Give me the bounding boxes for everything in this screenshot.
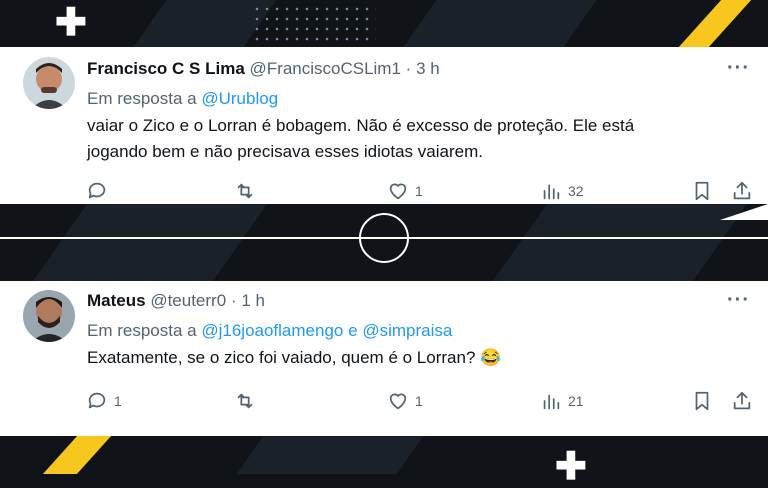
timestamp[interactable]: 1 h — [241, 291, 265, 310]
tweet-card[interactable]: Francisco C S Lima @FranciscoCSLim1 · 3 … — [0, 47, 768, 204]
tweet-text-line: vaiar o Zico e o Lorran é bobagem. Não é… — [87, 116, 635, 135]
dot-grid-decoration — [252, 4, 376, 46]
tweet-text-line: jogando bem e não precisava esses idiota… — [87, 142, 483, 161]
like-button[interactable]: 1 — [387, 388, 423, 414]
retweet-icon — [237, 393, 253, 409]
retweet-icon — [237, 183, 253, 199]
separator: · — [230, 291, 237, 310]
share-icon — [733, 181, 751, 200]
more-icon[interactable]: ··· — [727, 289, 750, 312]
views-button[interactable]: 21 — [540, 388, 584, 414]
bookmark-button[interactable] — [691, 178, 713, 204]
reply-mention-link[interactable]: @simpraisa — [362, 321, 452, 340]
heart-icon — [389, 183, 407, 200]
user-handle[interactable]: @teuterr0 — [150, 291, 226, 310]
retweet-button[interactable] — [234, 178, 262, 204]
reply-button[interactable]: 1 — [86, 388, 122, 414]
views-icon — [543, 394, 560, 410]
reply-prefix: Em resposta a — [87, 321, 197, 340]
reply-icon — [88, 392, 106, 409]
avatar[interactable] — [23, 290, 75, 342]
separator: · — [405, 59, 412, 78]
tweet-header: Francisco C S Lima @FranciscoCSLim1 · 3 … — [87, 59, 440, 79]
reply-prefix: Em resposta a — [87, 89, 197, 108]
like-button[interactable]: 1 — [387, 178, 423, 204]
bookmark-icon — [695, 181, 709, 201]
user-handle[interactable]: @FranciscoCSLim1 — [250, 59, 401, 78]
avatar[interactable] — [23, 57, 75, 109]
display-name[interactable]: Francisco C S Lima — [87, 59, 245, 78]
background-stripe — [403, 0, 597, 47]
tweet-actions: 1 1 21 — [0, 388, 768, 414]
view-count: 32 — [568, 183, 584, 199]
tweet-text: Exatamente, se o zico foi vaiado, quem é… — [87, 345, 747, 371]
reply-mention-link[interactable]: @j16joaoflamengo — [201, 321, 343, 340]
share-button[interactable] — [731, 178, 753, 204]
heart-icon — [389, 393, 407, 410]
tweet-header: Mateus @teuterr0 · 1 h — [87, 291, 265, 311]
timestamp[interactable]: 3 h — [416, 59, 440, 78]
bookmark-icon — [695, 391, 709, 411]
share-button[interactable] — [731, 388, 753, 414]
reply-join: e — [348, 321, 358, 340]
tweet-text-line: Exatamente, se o zico foi vaiado, quem é… — [87, 348, 502, 367]
background-stripe — [236, 436, 424, 474]
background-stripe — [33, 204, 267, 281]
views-icon — [543, 184, 560, 200]
display-name[interactable]: Mateus — [87, 291, 146, 310]
like-count: 1 — [415, 393, 423, 409]
plus-decoration-icon: ✚ — [55, 2, 87, 44]
like-count: 1 — [415, 183, 423, 199]
views-button[interactable]: 32 — [540, 178, 584, 204]
tweet-card[interactable]: Mateus @teuterr0 · 1 h ··· Em resposta a… — [0, 281, 768, 436]
plus-decoration-icon: ✚ — [555, 446, 587, 488]
tweet-actions: 1 32 — [0, 178, 768, 204]
yellow-stripe-decoration — [678, 0, 752, 47]
pitch-center-circle — [359, 213, 409, 263]
more-icon[interactable]: ··· — [727, 57, 750, 80]
retweet-button[interactable] — [234, 388, 262, 414]
reply-context: Em resposta a @Urublog — [87, 89, 278, 109]
reply-icon — [88, 182, 106, 199]
yellow-stripe-decoration — [42, 436, 112, 474]
background-stripe — [493, 204, 747, 281]
reply-button[interactable] — [86, 178, 114, 204]
bookmark-button[interactable] — [691, 388, 713, 414]
reply-count: 1 — [114, 393, 122, 409]
share-icon — [733, 391, 751, 410]
view-count: 21 — [568, 393, 584, 409]
tweet-text: vaiar o Zico e o Lorran é bobagem. Não é… — [87, 113, 747, 165]
reply-mention-link[interactable]: @Urublog — [201, 89, 278, 108]
reply-context: Em resposta a @j16joaoflamengo e @simpra… — [87, 321, 452, 341]
